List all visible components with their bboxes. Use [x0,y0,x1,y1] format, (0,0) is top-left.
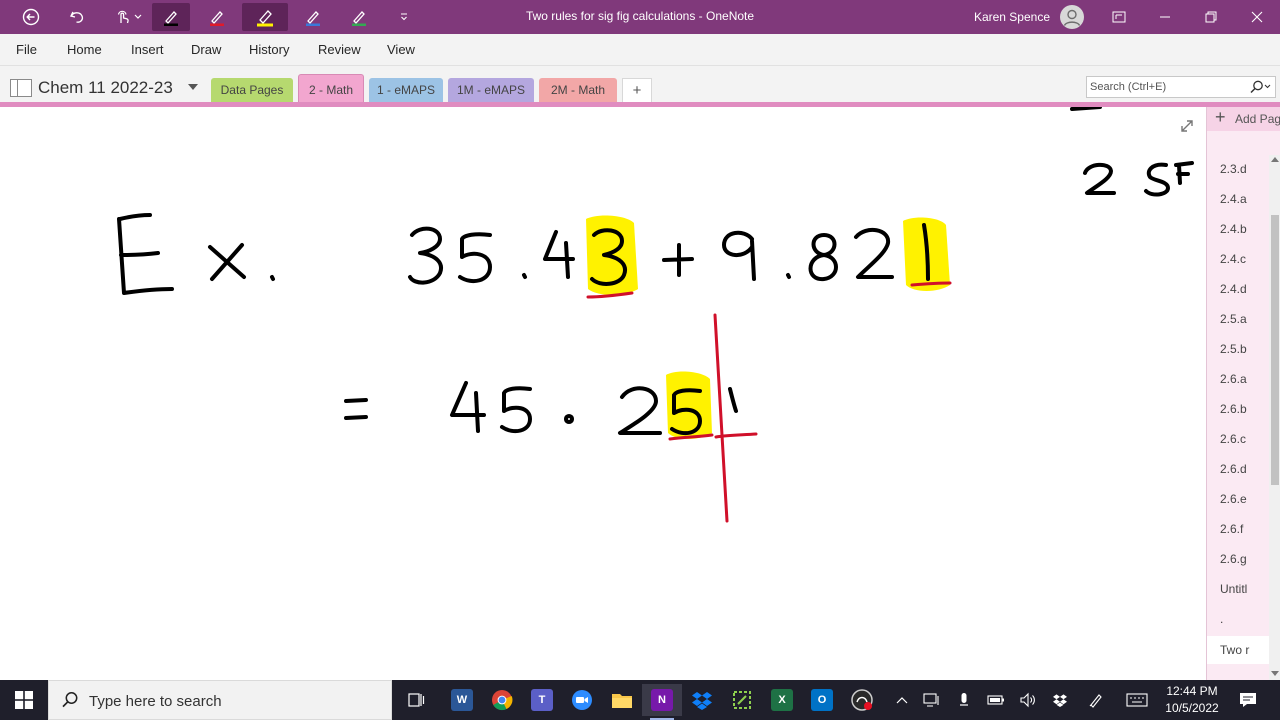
chrome-icon[interactable] [482,684,522,716]
dropbox-icon[interactable] [682,684,722,716]
expand-icon[interactable] [1178,117,1196,135]
page-item[interactable]: Two r [1207,636,1269,664]
restore-icon[interactable] [1188,0,1234,34]
touch-dropdown-icon[interactable] [130,3,146,31]
pen-green-icon[interactable] [342,3,376,31]
avatar[interactable] [1060,5,1084,29]
section-tab-2m-math[interactable]: 2M - Math [539,78,617,102]
menu-draw[interactable]: Draw [191,42,221,57]
menu-file[interactable]: File [16,42,37,57]
back-icon[interactable] [16,3,46,31]
search-icon [61,691,79,714]
pen-blue-icon[interactable] [296,3,330,31]
add-page-button[interactable]: + Add Page [1207,107,1280,131]
keyboard-icon[interactable] [1124,690,1150,710]
taskbar-search-input[interactable] [89,692,379,710]
page-item[interactable]: 2.5.b [1220,342,1268,356]
notebook-name[interactable]: Chem 11 2022-23 [38,78,173,98]
page-list-scrollbar[interactable] [1269,155,1280,680]
pen-black-icon[interactable] [152,3,190,31]
page-item[interactable]: 2.4.b [1220,222,1268,236]
notifications-icon[interactable] [1238,690,1258,710]
show-hidden-icons-icon[interactable] [892,690,912,710]
outlook-icon[interactable]: O [802,684,842,716]
section-tab-1-emaps[interactable]: 1 - eMAPS [369,78,443,102]
dropbox-tray-icon[interactable] [1050,690,1070,710]
pen-red-icon[interactable] [200,3,234,31]
page-item[interactable]: 2.6.e [1220,492,1268,506]
page-item[interactable]: 2.6.g [1220,552,1268,566]
page-canvas[interactable] [0,107,1206,680]
scroll-down-icon[interactable] [1271,671,1279,676]
section-tab-2-math[interactable]: 2 - Math [298,74,364,104]
excel-icon[interactable]: X [762,684,802,716]
microphone-icon[interactable] [954,690,974,710]
section-tab-data-pages[interactable]: Data Pages [211,78,293,102]
menu-insert[interactable]: Insert [131,42,164,57]
teams-icon[interactable]: T [522,684,562,716]
page-item[interactable]: Untitl [1220,582,1268,596]
menu-view[interactable]: View [387,42,415,57]
snip-tool-icon[interactable] [722,684,762,716]
screen-recorder-icon[interactable] [842,684,882,716]
search-input[interactable] [1090,79,1240,95]
undo-icon[interactable] [62,3,92,31]
volume-icon[interactable] [1018,690,1038,710]
chevron-down-icon[interactable] [188,84,198,90]
plus-icon: + [1215,107,1226,127]
user-name[interactable]: Karen Spence [974,10,1050,24]
zoom-icon[interactable] [562,684,602,716]
page-list: + Add Page 2.3.d 2.4.a 2.4.b 2.4.c 2.4.d 2.5.… [1206,107,1280,680]
page-item[interactable]: 2.6.c [1220,432,1268,446]
page-item[interactable]: 2.6.b [1220,402,1268,416]
section-tab-1m-emaps[interactable]: 1M - eMAPS [448,78,534,102]
page-item[interactable]: 2.6.f [1220,522,1268,536]
minimize-icon[interactable] [1142,0,1188,34]
handwriting [117,213,930,436]
add-section-button[interactable]: + [622,78,652,102]
scroll-thumb[interactable] [1271,215,1279,485]
battery-icon[interactable] [986,690,1006,710]
full-screen-button[interactable] [1096,0,1142,34]
highlights [586,215,950,439]
page-item[interactable]: 2.4.c [1220,252,1268,266]
menu-home[interactable]: Home [67,42,102,57]
ink-drawing [117,107,1194,523]
file-explorer-icon[interactable] [602,684,642,716]
menu-history[interactable]: History [249,42,289,57]
page-item[interactable]: . [1220,612,1268,626]
onenote-icon[interactable]: N [642,684,682,720]
page-item[interactable]: 2.5.a [1220,312,1268,326]
close-icon[interactable] [1234,0,1280,34]
word-icon[interactable]: W [442,684,482,716]
notebook-bar: Chem 11 2022-23 Data Pages 2 - Math 1 - … [0,66,1280,104]
notebook-icon[interactable] [10,79,32,97]
search-box [1086,76,1276,98]
red-marks [586,281,952,523]
taskbar-search [48,680,392,720]
ribbon-tabs: File Home Insert Draw History Review Vie… [0,34,1280,66]
title-bar: Two rules for sig fig calculations - One… [0,0,1280,34]
clock[interactable]: 12:44 PM 10/5/2022 [1156,683,1228,717]
window-title: Two rules for sig fig calculations - One… [525,9,755,23]
highlighter-yellow-icon[interactable] [242,3,288,31]
windows-icon[interactable] [0,680,48,720]
page-item[interactable]: 2.4.a [1220,192,1268,206]
page-item[interactable]: 2.4.d [1220,282,1268,296]
search-icon[interactable] [1247,78,1273,96]
customize-toolbar-icon[interactable] [392,3,416,31]
page-item[interactable]: 2.6.d [1220,462,1268,476]
page-item[interactable]: 2.6.a [1220,372,1268,386]
page-item[interactable]: 2.3.d [1220,162,1268,176]
taskbar: W T N X O [0,680,1280,720]
menu-review[interactable]: Review [318,42,361,57]
pen-tray-icon[interactable] [1086,690,1106,710]
scroll-up-icon[interactable] [1271,157,1279,162]
network-display-icon[interactable] [922,690,942,710]
task-view-icon[interactable] [396,684,436,716]
onenote-window: Two rules for sig fig calculations - One… [0,0,1280,720]
